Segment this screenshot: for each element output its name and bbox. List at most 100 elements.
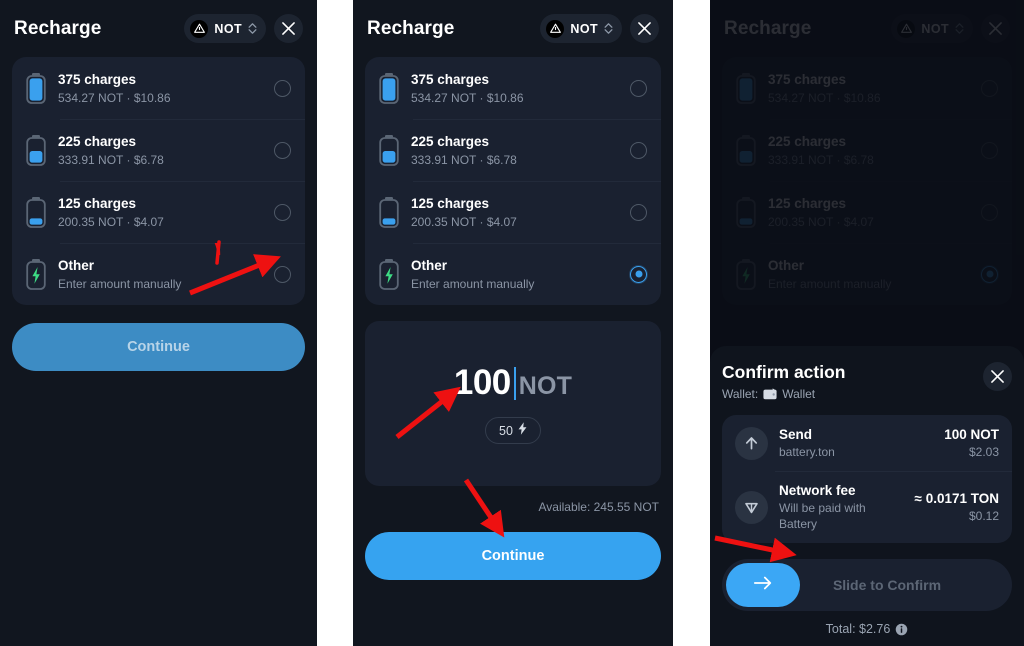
- confirm-close-button[interactable]: [983, 362, 1012, 391]
- option-title: 125 charges: [58, 195, 137, 211]
- quick-amount-chip[interactable]: 50: [485, 417, 541, 444]
- option-text: 375 charges 534.27 NOT · $10.86: [58, 71, 263, 106]
- option-row[interactable]: 125 charges 200.35 NOT · $4.07: [365, 181, 661, 243]
- page-title: Recharge: [367, 17, 455, 39]
- screenshot-stage: Recharge NOT 375 charges 534.27 NOT · $1…: [0, 0, 1024, 646]
- option-title: 375 charges: [411, 71, 490, 87]
- page-title: Recharge: [14, 17, 102, 39]
- charge-options-list: 375 charges 534.27 NOT · $10.86 225 char…: [12, 57, 305, 305]
- option-text: 125 charges 200.35 NOT · $4.07: [411, 195, 619, 230]
- total-amount: Total: $2.76: [825, 622, 891, 636]
- transaction-name: Send: [779, 427, 813, 442]
- wallet-icon: [763, 388, 778, 400]
- transaction-row-send: Send battery.ton 100 NOT $2.03: [722, 415, 1012, 471]
- amount-input-card[interactable]: 100 NOT 50: [365, 321, 661, 486]
- option-radio[interactable]: [630, 141, 647, 159]
- option-radio[interactable]: [274, 79, 291, 97]
- battery-half-icon: [25, 134, 47, 166]
- option-title: Other: [411, 257, 448, 273]
- transaction-amount: 100 NOT: [944, 427, 999, 442]
- option-radio-other[interactable]: [630, 265, 647, 283]
- transaction-text: Network fee Will be paid with Battery: [779, 482, 904, 532]
- close-icon: [638, 22, 651, 35]
- battery-full-icon: [25, 72, 47, 104]
- option-radio[interactable]: [274, 203, 291, 221]
- transaction-fiat: $0.12: [968, 509, 999, 523]
- option-radio[interactable]: [630, 203, 647, 221]
- battery-low-icon: [25, 196, 47, 228]
- token-name: NOT: [214, 21, 242, 36]
- token-name: NOT: [570, 21, 598, 36]
- slide-to-confirm[interactable]: Slide to Confirm: [722, 559, 1012, 611]
- transaction-subtitle: battery.ton: [779, 445, 835, 459]
- option-text: Other Enter amount manually: [411, 257, 619, 292]
- option-text: 225 charges 333.91 NOT · $6.78: [58, 133, 263, 168]
- option-subtitle: 333.91 NOT · $6.78: [411, 152, 517, 167]
- option-row[interactable]: 375 charges 534.27 NOT · $10.86: [365, 57, 661, 119]
- option-row[interactable]: 225 charges 333.91 NOT · $6.78: [365, 119, 661, 181]
- option-radio-other[interactable]: [274, 265, 291, 283]
- amount-input[interactable]: 100: [454, 363, 511, 403]
- confirm-title: Confirm action: [722, 362, 846, 382]
- option-text: 125 charges 200.35 NOT · $4.07: [58, 195, 263, 230]
- token-selector[interactable]: NOT: [540, 14, 622, 43]
- transaction-row-fee: Network fee Will be paid with Battery ≈ …: [722, 471, 1012, 543]
- battery-full-icon: [378, 72, 400, 104]
- option-row[interactable]: 225 charges 333.91 NOT · $6.78: [12, 119, 305, 181]
- transaction-values: 100 NOT $2.03: [944, 426, 999, 460]
- amount-line: 100 NOT: [454, 363, 572, 403]
- option-text: 225 charges 333.91 NOT · $6.78: [411, 133, 619, 168]
- quick-amount-value: 50: [499, 423, 513, 438]
- option-row-other[interactable]: Other Enter amount manually: [12, 243, 305, 305]
- transaction-summary-card: Send battery.ton 100 NOT $2.03 Network f…: [722, 415, 1012, 543]
- header-actions: NOT: [540, 14, 659, 43]
- continue-button[interactable]: Continue: [12, 323, 305, 371]
- wallet-label: Wallet:: [722, 387, 759, 401]
- battery-half-icon: [378, 134, 400, 166]
- arrow-up-icon: [735, 426, 768, 460]
- annotation-number-1: ١: [212, 238, 224, 260]
- option-subtitle: 200.35 NOT · $4.07: [58, 214, 164, 229]
- option-title: 225 charges: [58, 133, 137, 149]
- charge-options-list: 375 charges 534.27 NOT · $10.86 225 char…: [365, 57, 661, 305]
- option-row-other[interactable]: Other Enter amount manually: [365, 243, 661, 305]
- close-icon: [991, 370, 1004, 383]
- token-selector[interactable]: NOT: [184, 14, 266, 43]
- battery-low-icon: [378, 196, 400, 228]
- confirm-action-sheet: Confirm action Wallet: Wallet Send batte…: [710, 346, 1024, 646]
- option-subtitle: Enter amount manually: [58, 276, 182, 291]
- notcoin-logo-icon: [546, 19, 565, 38]
- transaction-amount: ≈ 0.0171 TON: [914, 491, 999, 506]
- option-title: 375 charges: [58, 71, 137, 87]
- option-radio[interactable]: [630, 79, 647, 97]
- confirm-heading-group: Confirm action Wallet: Wallet: [722, 362, 845, 401]
- option-text: 375 charges 534.27 NOT · $10.86: [411, 71, 619, 106]
- text-cursor: [513, 366, 516, 400]
- info-icon[interactable]: [895, 623, 908, 636]
- transaction-fiat: $2.03: [968, 445, 999, 459]
- header-actions: NOT: [184, 14, 303, 43]
- option-row[interactable]: 125 charges 200.35 NOT · $4.07: [12, 181, 305, 243]
- phone-panel-2: Recharge NOT 375 charges 534.27 NOT · $1…: [353, 0, 673, 646]
- confirm-sheet-header: Confirm action Wallet: Wallet: [722, 362, 1012, 401]
- available-balance: Available: 245.55 NOT: [538, 500, 659, 514]
- option-subtitle: 534.27 NOT · $10.86: [411, 90, 524, 105]
- continue-button[interactable]: Continue: [365, 532, 661, 580]
- option-text: Other Enter amount manually: [58, 257, 263, 292]
- option-subtitle: Enter amount manually: [411, 276, 535, 291]
- slider-handle[interactable]: [726, 563, 800, 607]
- transaction-text: Send battery.ton: [779, 426, 933, 460]
- sheet-header: Recharge NOT: [353, 0, 673, 53]
- option-subtitle: 534.27 NOT · $10.86: [58, 90, 171, 105]
- sheet-header: Recharge NOT: [0, 0, 317, 53]
- option-row[interactable]: 375 charges 534.27 NOT · $10.86: [12, 57, 305, 119]
- notcoin-logo-icon: [190, 19, 209, 38]
- option-radio[interactable]: [274, 141, 291, 159]
- close-button[interactable]: [630, 14, 659, 43]
- amount-unit: NOT: [518, 372, 573, 400]
- close-button[interactable]: [274, 14, 303, 43]
- transaction-name: Network fee: [779, 483, 856, 498]
- option-title: 225 charges: [411, 133, 490, 149]
- bolt-icon: [518, 421, 527, 440]
- chevron-updown-icon: [248, 23, 257, 34]
